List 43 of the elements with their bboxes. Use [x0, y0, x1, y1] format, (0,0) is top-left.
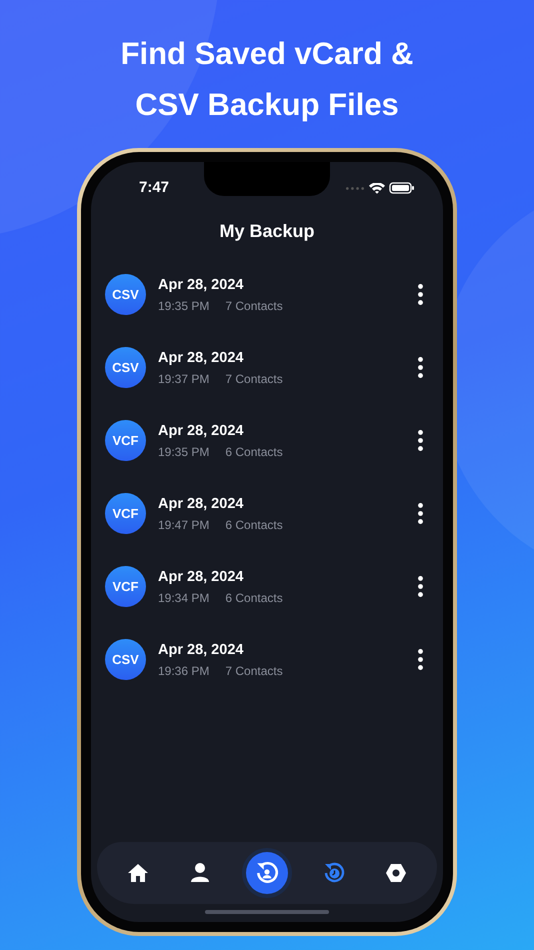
backup-time: 19:36 PM [158, 662, 210, 680]
file-format-badge: CSV [105, 347, 146, 388]
more-icon [418, 576, 423, 597]
backup-date: Apr 28, 2024 [158, 348, 244, 368]
settings-icon [384, 861, 408, 885]
signal-icon [346, 186, 365, 190]
battery-icon [389, 182, 415, 194]
backup-date: Apr 28, 2024 [158, 422, 244, 440]
status-time: 7:47 [139, 178, 170, 198]
file-format-badge: VCF [105, 493, 146, 534]
backup-date: Apr 28, 2024 [158, 276, 244, 294]
contact-count: 7 Contacts [225, 298, 283, 314]
history-icon [322, 861, 346, 885]
headline: CSV Backup Files [134, 86, 400, 124]
file-format-badge: CSV [105, 274, 146, 315]
more-icon [418, 430, 423, 451]
backup-time: 19:37 PM [158, 370, 210, 388]
contact-count: 7 Contacts [225, 370, 283, 388]
backup-time: 19:35 PM [158, 444, 210, 460]
backup-button[interactable] [246, 852, 288, 894]
screen-title: My Backup [218, 220, 316, 243]
contact-count: 6 Contacts [225, 516, 283, 534]
headline: Find Saved vCard & [120, 35, 414, 73]
file-format-badge: VCF [105, 420, 146, 461]
more-icon [418, 357, 423, 378]
wifi-icon [369, 182, 385, 194]
backup-time: 19:35 PM [158, 298, 210, 314]
backup-time: 19:34 PM [158, 590, 210, 606]
backup-date: Apr 28, 2024 [158, 640, 244, 660]
contact-count: 6 Contacts [225, 444, 283, 460]
more-icon [418, 649, 423, 670]
file-format-badge: VCF [105, 566, 146, 607]
person-icon [188, 861, 212, 885]
more-icon [418, 503, 423, 524]
backup-time: 19:47 PM [158, 516, 210, 534]
restore-contact-icon [254, 860, 280, 886]
file-format-badge: CSV [105, 639, 146, 680]
home-icon [126, 861, 150, 885]
contact-count: 6 Contacts [225, 590, 283, 606]
backup-date: Apr 28, 2024 [158, 568, 244, 586]
backup-date: Apr 28, 2024 [158, 494, 244, 514]
more-icon [418, 284, 423, 305]
contact-count: 7 Contacts [225, 662, 283, 680]
